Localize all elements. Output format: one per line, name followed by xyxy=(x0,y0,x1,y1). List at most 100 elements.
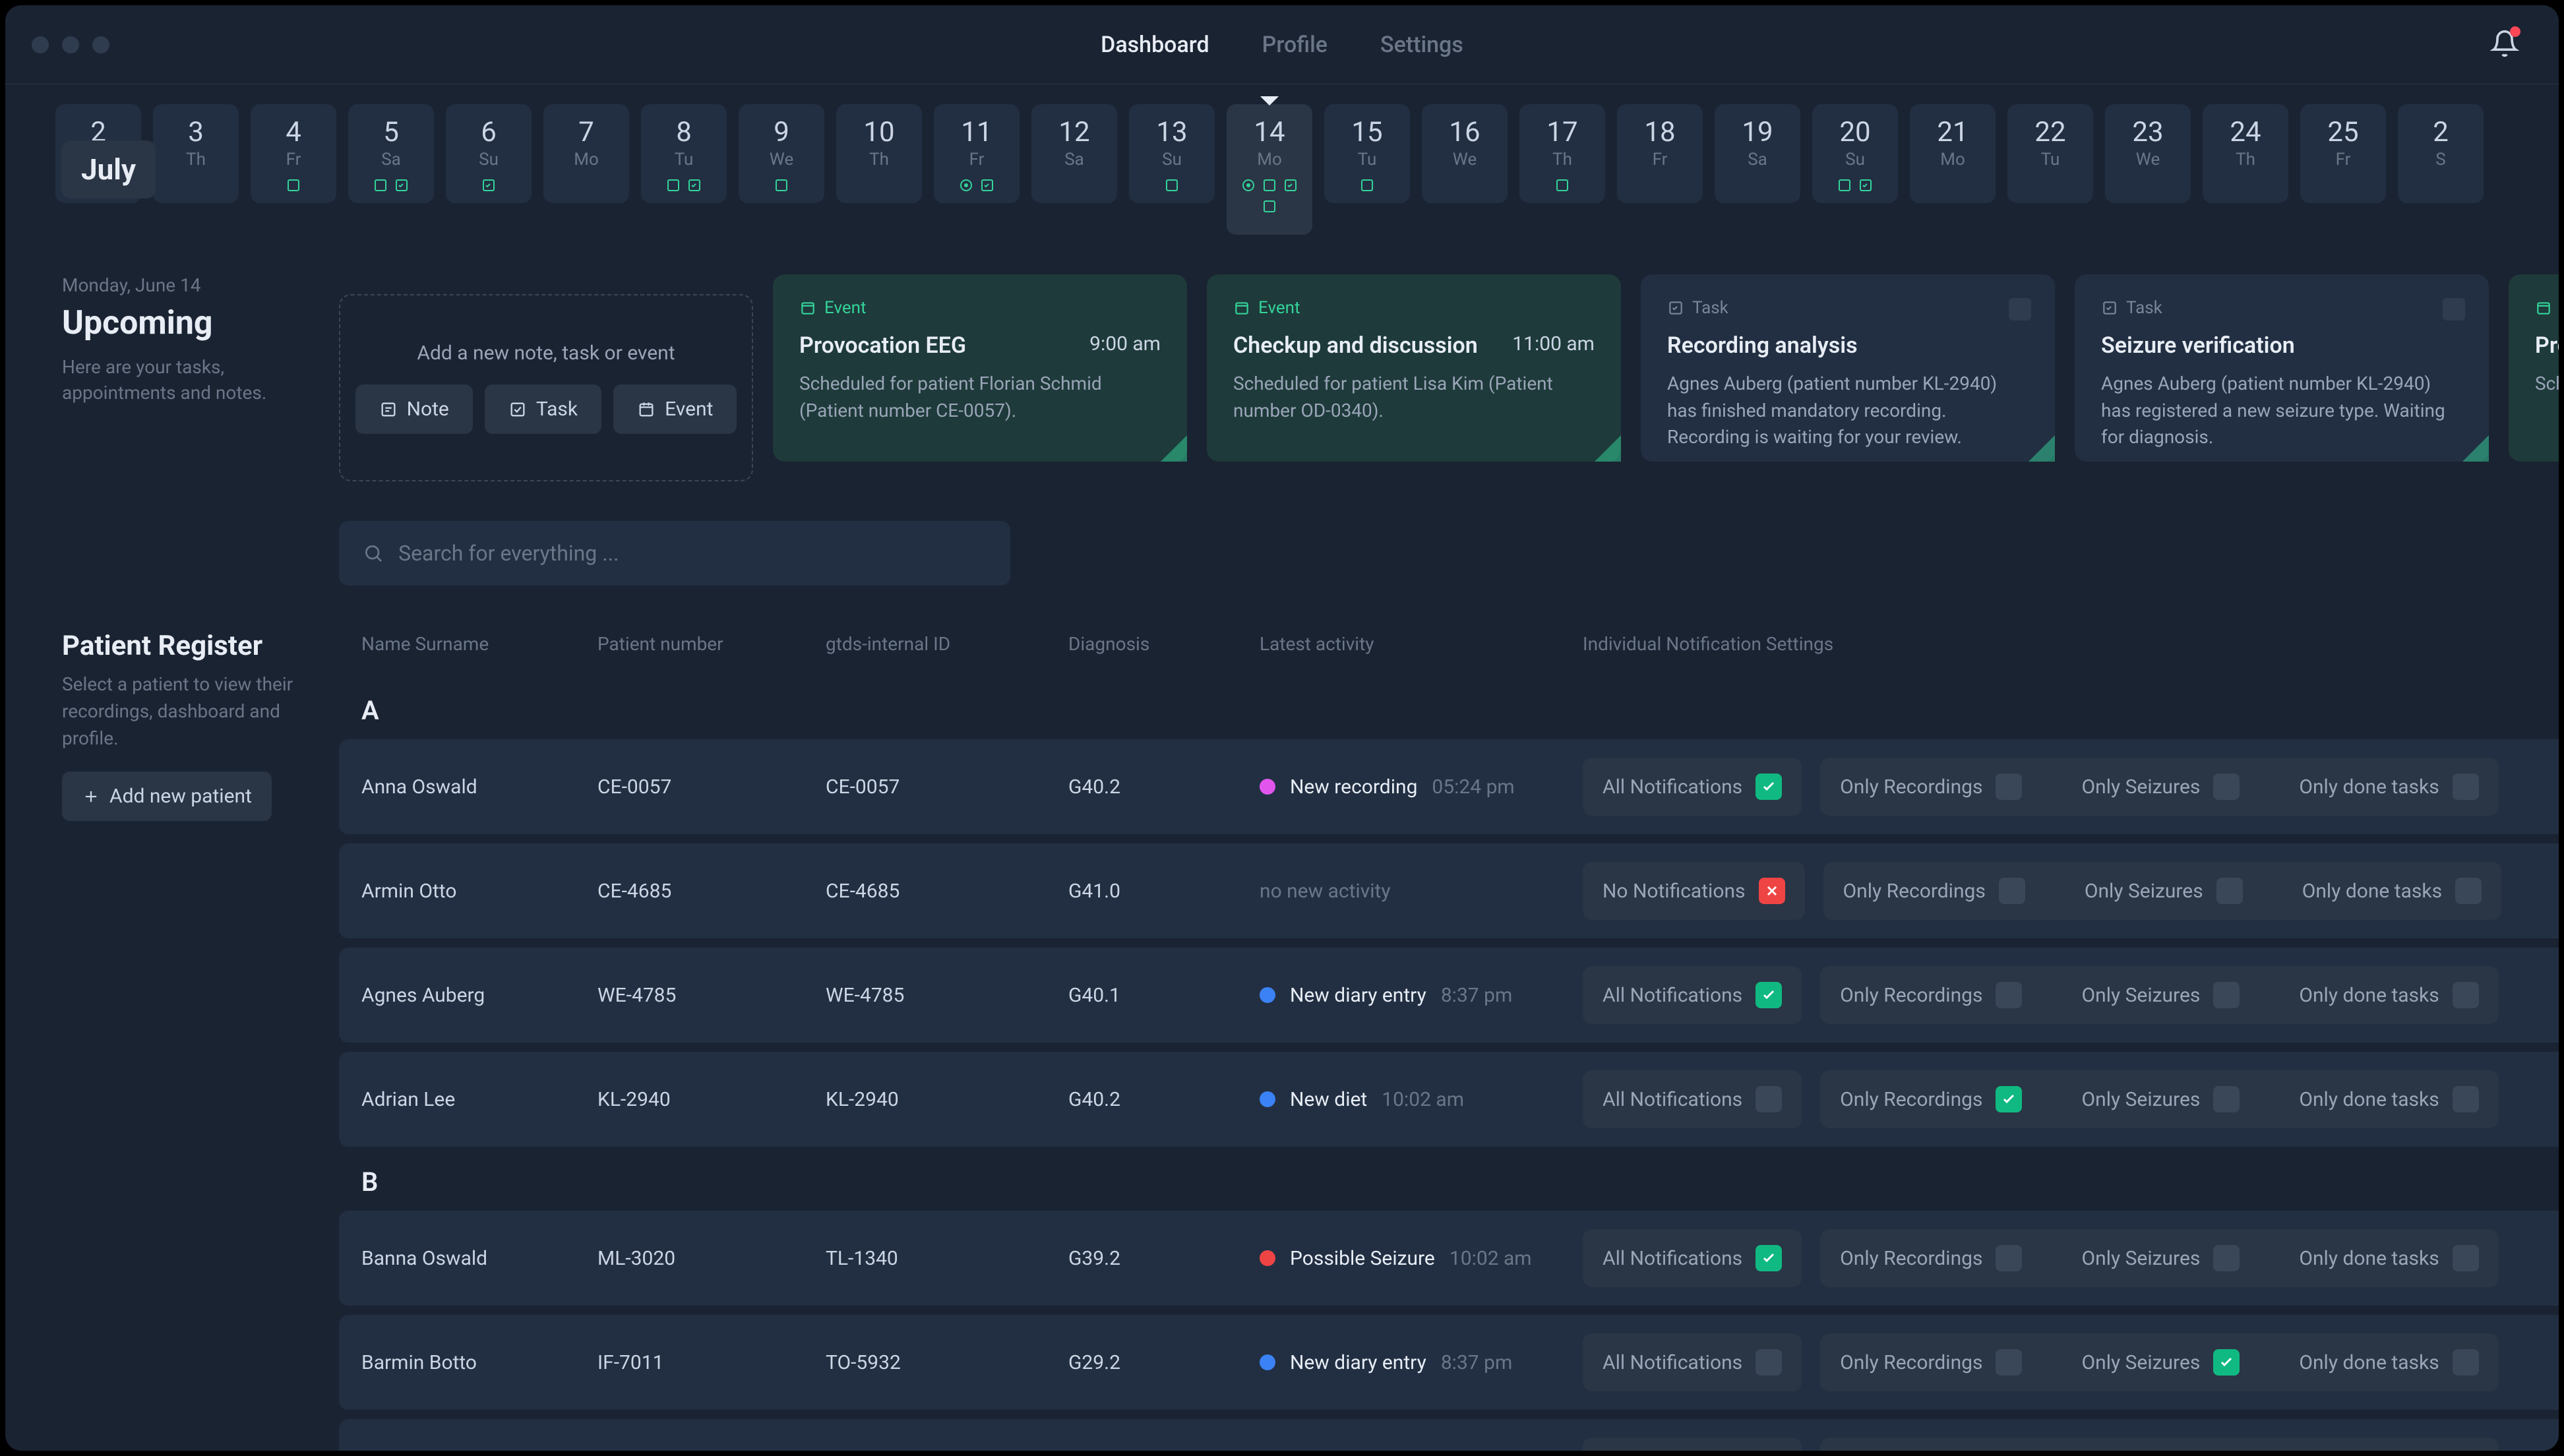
calendar-day[interactable]: 7Mo xyxy=(543,104,629,203)
checkbox[interactable] xyxy=(1996,1245,2022,1271)
calendar-day[interactable]: 15Tu xyxy=(1324,104,1410,203)
checkbox[interactable] xyxy=(1996,774,2022,800)
card-body: Agnes Auberg (patient number KL-2940) ha… xyxy=(2101,371,2462,451)
calendar-day[interactable]: 18 Fr xyxy=(1617,104,1703,203)
checkbox[interactable] xyxy=(1755,1086,1782,1112)
tab-dashboard[interactable]: Dashboard xyxy=(1101,32,1209,58)
group-letter: B xyxy=(361,1167,2559,1198)
calendar-day[interactable]: 4Fr xyxy=(251,104,336,203)
checkbox[interactable] xyxy=(2453,982,2479,1008)
notif-rec-label: Only Recordings xyxy=(1840,984,1982,1007)
patient-row[interactable]: Barmin Botto IF-7011 TO-5932 G29.2 New d… xyxy=(339,1315,2559,1410)
cal-day-number: 23 xyxy=(2132,116,2163,148)
cal-day-number: 13 xyxy=(1156,116,1187,148)
event-card[interactable]: Event Provocation EEG9:00 am Scheduled f… xyxy=(773,274,1187,462)
add-event-button[interactable]: Event xyxy=(613,384,737,434)
patient-row[interactable]: Banna Oswald ML-3020 TL-1340 G39.2 Possi… xyxy=(339,1211,2559,1306)
checkbox[interactable] xyxy=(2213,1349,2240,1376)
calendar-day[interactable]: 21Mo xyxy=(1910,104,1996,203)
notif-sei-label: Only Seizures xyxy=(2081,984,2200,1007)
cal-day-number: 22 xyxy=(2034,116,2065,148)
cell-internal-id: TO-5932 xyxy=(826,1351,1068,1374)
calendar-day[interactable]: 10Th xyxy=(836,104,922,203)
patient-row[interactable]: Agnes Auberg WE-4785 WE-4785 G40.1 New d… xyxy=(339,948,2559,1043)
checkbox[interactable] xyxy=(2453,774,2479,800)
checkbox[interactable] xyxy=(1755,774,1782,800)
calendar-day[interactable]: 13Su xyxy=(1129,104,1215,203)
task-card[interactable]: Task Seizure verification Agnes Auberg (… xyxy=(2075,274,2489,462)
calendar-day[interactable]: 14Mo xyxy=(1227,104,1312,235)
task-checkbox[interactable] xyxy=(2009,298,2031,320)
calendar-day[interactable]: 20Su xyxy=(1812,104,1898,203)
calendar-day[interactable]: 3Th xyxy=(153,104,239,203)
card-corner-icon xyxy=(2462,435,2489,462)
cal-day-number: 14 xyxy=(1254,116,1285,148)
notif-rec-label: Only Recordings xyxy=(1840,1088,1982,1111)
checkbox[interactable] xyxy=(2453,1349,2479,1376)
patient-row[interactable]: Bagnes Bauberg WE-4785 ZT-4785 G40.1 Pos… xyxy=(339,1419,2559,1451)
checkbox[interactable] xyxy=(2453,1086,2479,1112)
cal-day-dow: Sa xyxy=(1064,150,1084,169)
checkbox[interactable] xyxy=(2213,774,2240,800)
checkbox[interactable] xyxy=(2213,982,2240,1008)
checkbox[interactable] xyxy=(1755,1349,1782,1376)
cal-day-number: 18 xyxy=(1644,116,1675,148)
checkbox[interactable] xyxy=(1999,878,2025,904)
notif-sei-label: Only Seizures xyxy=(2085,880,2203,903)
card-corner-icon xyxy=(1161,435,1187,462)
patient-row[interactable]: Adrian Lee KL-2940 KL-2940 G40.2 New die… xyxy=(339,1052,2559,1147)
activity-time: 10:02 am xyxy=(1382,1088,1464,1111)
calendar-day[interactable]: 19Sa xyxy=(1715,104,1800,203)
add-note-button[interactable]: Note xyxy=(355,384,473,434)
checkbox[interactable] xyxy=(2213,1245,2240,1271)
patient-register-sub: Select a patient to view their recording… xyxy=(62,671,306,752)
cell-internal-id: WE-4785 xyxy=(826,984,1068,1007)
add-task-button[interactable]: Task xyxy=(485,384,601,434)
task-checkbox[interactable] xyxy=(2443,298,2465,320)
calendar-day[interactable]: 17Th xyxy=(1519,104,1605,203)
notif-all-label: All Notifications xyxy=(1602,1351,1742,1374)
checkbox[interactable] xyxy=(2213,1086,2240,1112)
window-controls[interactable] xyxy=(32,36,109,53)
checkbox[interactable] xyxy=(1759,878,1785,904)
checkbox[interactable] xyxy=(1755,982,1782,1008)
cal-day-dow: Fr xyxy=(1653,150,1668,169)
notifications-bell[interactable] xyxy=(2490,29,2519,61)
calendar-day[interactable]: 24Th xyxy=(2203,104,2288,203)
calendar-day[interactable]: 6Su xyxy=(446,104,532,203)
event-card[interactable]: Event Checkup and discussion11:00 am Sch… xyxy=(1207,274,1621,462)
checkbox[interactable] xyxy=(2455,878,2482,904)
calendar-day[interactable]: 12Sa xyxy=(1031,104,1117,203)
event-card[interactable]: Eve Provok Sched (Patien xyxy=(2509,274,2559,462)
cell-name: Adrian Lee xyxy=(361,1088,597,1111)
activity-label: New diary entry xyxy=(1290,1351,1426,1374)
patient-row[interactable]: Armin Otto CE-4685 CE-4685 G41.0 no new … xyxy=(339,843,2559,938)
add-patient-button[interactable]: Add new patient xyxy=(62,772,272,821)
checkbox[interactable] xyxy=(1996,982,2022,1008)
checkbox[interactable] xyxy=(2216,878,2243,904)
cell-name: Armin Otto xyxy=(361,880,597,903)
search-input[interactable] xyxy=(398,541,987,566)
calendar-day[interactable]: 5Sa xyxy=(348,104,434,203)
calendar-day[interactable]: 16We xyxy=(1422,104,1508,203)
activity-time: 8:37 pm xyxy=(1441,1351,1512,1374)
cal-day-number: 3 xyxy=(188,116,204,148)
calendar-day[interactable]: 9We xyxy=(739,104,824,203)
activity-dot-icon xyxy=(1260,1250,1275,1266)
checkbox[interactable] xyxy=(2453,1245,2479,1271)
card-title: Provocation EEG xyxy=(799,332,966,359)
calendar-day[interactable]: 8Tu xyxy=(641,104,727,203)
calendar-day[interactable]: 25Fr xyxy=(2300,104,2386,203)
calendar-day[interactable]: 2S xyxy=(2398,104,2484,203)
patient-row[interactable]: Anna Oswald CE-0057 CE-0057 G40.2 New re… xyxy=(339,739,2559,834)
checkbox[interactable] xyxy=(1996,1349,2022,1376)
calendar-day[interactable]: 11Fr xyxy=(934,104,1020,203)
search-box[interactable] xyxy=(339,521,1010,586)
tab-profile[interactable]: Profile xyxy=(1262,32,1328,58)
tab-settings[interactable]: Settings xyxy=(1380,32,1463,58)
calendar-day[interactable]: 22Tu xyxy=(2007,104,2093,203)
calendar-day[interactable]: 23We xyxy=(2105,104,2191,203)
checkbox[interactable] xyxy=(1755,1245,1782,1271)
task-card[interactable]: Task Recording analysis Agnes Auberg (pa… xyxy=(1641,274,2055,462)
checkbox[interactable] xyxy=(1996,1086,2022,1112)
